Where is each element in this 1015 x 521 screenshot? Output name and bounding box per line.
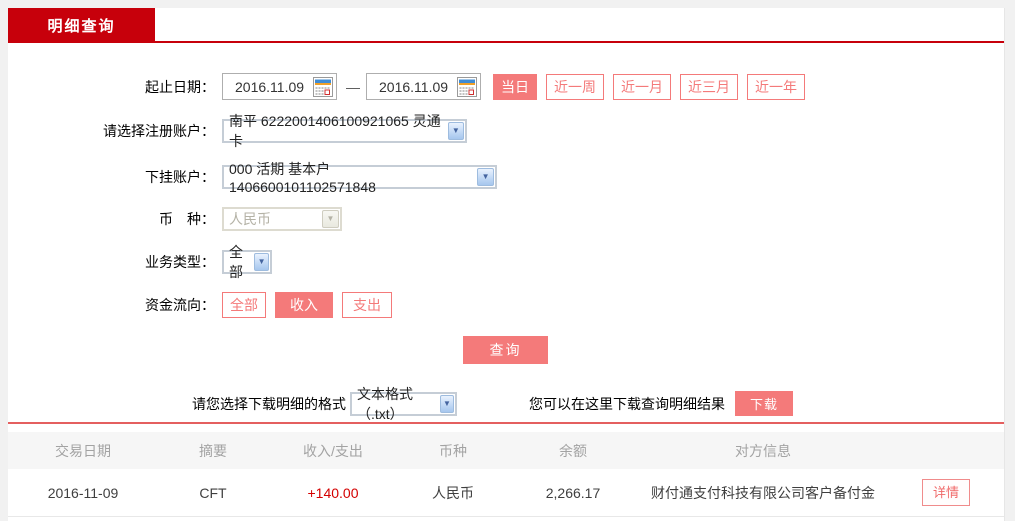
section-divider bbox=[8, 422, 1004, 424]
download-format-label: 请您选择下载明细的格式 bbox=[192, 395, 346, 412]
date-separator: — bbox=[346, 78, 360, 95]
quick-range-week-button[interactable]: 近一周 bbox=[546, 73, 604, 100]
table-row: 2016-11-09 CFT +140.00 人民币 2,266.17 财付通支… bbox=[8, 469, 1004, 517]
fund-flow-row: 资金流向： 全部 收入 支出 bbox=[8, 292, 1004, 318]
tab-label: 明细查询 bbox=[47, 18, 116, 35]
header-summary: 摘要 bbox=[199, 442, 227, 459]
start-date-input[interactable]: 2016.11.09 bbox=[222, 73, 337, 100]
cell-counterparty: 财付通支付科技有限公司客户备付金 bbox=[651, 484, 875, 501]
sub-account-select[interactable]: 000 活期 基本户 1406600101102571848 ▼ bbox=[222, 161, 497, 195]
quick-range-month-button[interactable]: 近一月 bbox=[613, 73, 671, 100]
cell-action: 详情 bbox=[888, 479, 1004, 506]
cell-currency: 人民币 bbox=[432, 484, 474, 501]
tab-underline bbox=[8, 41, 1004, 43]
table-header-row: 交易日期 摘要 收入/支出 币种 余额 对方信息 bbox=[8, 432, 1004, 469]
business-type-row: 业务类型： 全部 ▼ bbox=[8, 244, 1004, 280]
quick-range-today-button[interactable]: 当日 bbox=[493, 73, 537, 100]
register-account-row: 请选择注册账户： 南平 6222001406100921065 灵通卡 ▼ bbox=[8, 113, 1004, 149]
calendar-icon[interactable] bbox=[457, 76, 477, 97]
header-income-expense: 收入/支出 bbox=[303, 442, 363, 459]
cell-trade-date: 2016-11-09 bbox=[47, 484, 119, 501]
currency-value: 人民币 bbox=[229, 211, 271, 227]
download-button[interactable]: 下载 bbox=[735, 391, 793, 416]
quick-range-3months-button[interactable]: 近三月 bbox=[680, 73, 738, 100]
business-type-label: 业务类型： bbox=[145, 254, 215, 270]
quick-range-year-button[interactable]: 近一年 bbox=[747, 73, 805, 100]
currency-row: 币 种： 人民币 ▼ bbox=[8, 207, 1004, 231]
dropdown-arrow-icon[interactable]: ▼ bbox=[254, 253, 269, 271]
dropdown-arrow-icon[interactable]: ▼ bbox=[477, 168, 494, 186]
header-currency: 币种 bbox=[439, 442, 467, 459]
content-panel: 明细查询 起止日期： 2016.11.09 — 2016.11.09 当日 近一… bbox=[8, 8, 1005, 521]
currency-select: 人民币 ▼ bbox=[222, 207, 342, 231]
dropdown-arrow-icon: ▼ bbox=[322, 210, 339, 228]
header-balance: 余额 bbox=[559, 442, 587, 459]
query-button-row: 查询 bbox=[8, 336, 1004, 364]
currency-label: 币 种： bbox=[159, 211, 215, 227]
download-format-select[interactable]: 文本格式（.txt） ▼ bbox=[350, 386, 457, 422]
calendar-icon[interactable] bbox=[313, 76, 333, 97]
business-type-select[interactable]: 全部 ▼ bbox=[222, 244, 272, 280]
register-account-value: 南平 6222001406100921065 灵通卡 bbox=[229, 113, 441, 149]
cell-balance: 2,266.17 bbox=[545, 484, 601, 501]
end-date-input[interactable]: 2016.11.09 bbox=[366, 73, 481, 100]
download-hint: 您可以在这里下载查询明细结果 bbox=[529, 395, 725, 412]
query-button[interactable]: 查询 bbox=[463, 336, 548, 364]
header-trade-date: 交易日期 bbox=[55, 442, 111, 459]
fund-flow-label: 资金流向： bbox=[145, 297, 215, 313]
fund-flow-all-button[interactable]: 全部 bbox=[222, 292, 266, 318]
date-range-row: 起止日期： 2016.11.09 — 2016.11.09 当日 近一周 近一月… bbox=[8, 73, 1004, 100]
download-row: 请您选择下载明细的格式 文本格式（.txt） ▼ 您可以在这里下载查询明细结果 … bbox=[8, 386, 1004, 422]
sub-account-row: 下挂账户： 000 活期 基本户 1406600101102571848 ▼ bbox=[8, 161, 1004, 195]
header-counterparty: 对方信息 bbox=[735, 442, 791, 459]
detail-button[interactable]: 详情 bbox=[921, 479, 970, 506]
query-form: 起止日期： 2016.11.09 — 2016.11.09 当日 近一周 近一月… bbox=[8, 8, 1004, 517]
date-range-label: 起止日期： bbox=[145, 78, 215, 95]
dropdown-arrow-icon[interactable]: ▼ bbox=[440, 394, 454, 413]
end-date-value: 2016.11.09 bbox=[379, 78, 449, 95]
download-format-value: 文本格式（.txt） bbox=[357, 385, 413, 422]
cell-summary: CFT bbox=[199, 484, 227, 501]
cell-amount: +140.00 bbox=[307, 484, 359, 501]
fund-flow-expense-button[interactable]: 支出 bbox=[342, 292, 392, 318]
sub-account-value: 000 活期 基本户 1406600101102571848 bbox=[229, 161, 376, 195]
business-type-value: 全部 bbox=[229, 244, 243, 280]
register-account-label: 请选择注册账户： bbox=[103, 123, 215, 139]
fund-flow-income-button[interactable]: 收入 bbox=[275, 292, 333, 318]
sub-account-label: 下挂账户： bbox=[145, 169, 215, 185]
dropdown-arrow-icon[interactable]: ▼ bbox=[447, 122, 464, 140]
start-date-value: 2016.11.09 bbox=[235, 78, 305, 95]
register-account-select[interactable]: 南平 6222001406100921065 灵通卡 ▼ bbox=[222, 113, 467, 149]
tab-detail-query[interactable]: 明细查询 bbox=[8, 8, 155, 43]
